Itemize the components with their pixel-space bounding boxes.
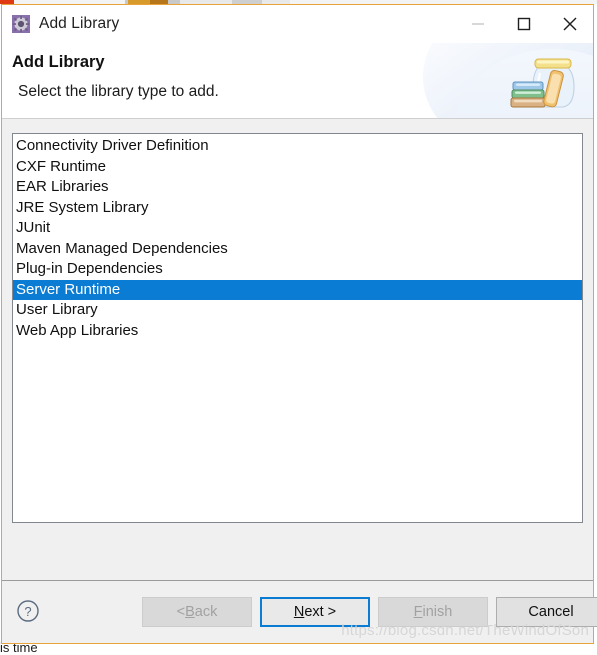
close-icon[interactable] [547, 5, 593, 43]
wizard-button-row: < Back Next > Finish Cancel [142, 597, 597, 627]
page-title: Add Library [12, 53, 105, 71]
cancel-button[interactable]: Cancel [496, 597, 597, 627]
gear-icon [12, 15, 30, 33]
window-controls [455, 5, 593, 43]
list-item[interactable]: Connectivity Driver Definition [13, 136, 582, 157]
next-button[interactable]: Next > [260, 597, 370, 627]
title-bar: Add Library [2, 5, 593, 43]
library-type-list[interactable]: Connectivity Driver Definition CXF Runti… [12, 133, 583, 523]
list-item[interactable]: Plug-in Dependencies [13, 259, 582, 280]
help-question-icon[interactable]: ? [16, 599, 40, 623]
dialog-body: Connectivity Driver Definition CXF Runti… [2, 119, 593, 580]
page-subtitle: Select the library type to add. [18, 83, 219, 100]
list-item[interactable]: JRE System Library [13, 198, 582, 219]
dialog-footer: ? < Back Next > Finish Cancel https://bl… [2, 580, 597, 643]
list-item[interactable]: JUnit [13, 218, 582, 239]
list-item[interactable]: EAR Libraries [13, 177, 582, 198]
back-button[interactable]: < Back [142, 597, 252, 627]
list-item[interactable]: CXF Runtime [13, 157, 582, 178]
add-library-dialog: Add Library Add Library Select the libra… [1, 4, 597, 644]
list-item[interactable]: User Library [13, 300, 582, 321]
list-item[interactable]: Web App Libraries [13, 321, 582, 342]
dialog-header: Add Library Select the library type to a… [2, 43, 593, 119]
svg-text:?: ? [24, 604, 31, 619]
window-title: Add Library [39, 15, 120, 32]
finish-button[interactable]: Finish [378, 597, 488, 627]
list-item[interactable]: Maven Managed Dependencies [13, 239, 582, 260]
list-item-selected[interactable]: Server Runtime [13, 279, 582, 300]
minimize-icon[interactable] [455, 5, 501, 43]
books-jar-icon [507, 49, 587, 115]
maximize-icon[interactable] [501, 5, 547, 43]
